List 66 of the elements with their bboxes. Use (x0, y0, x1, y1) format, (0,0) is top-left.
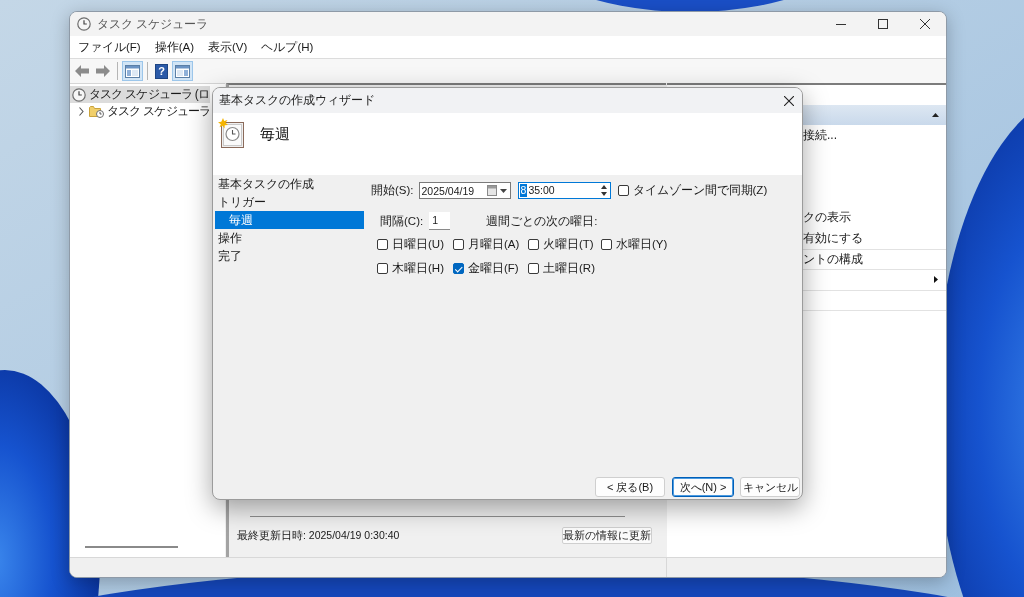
checkbox[interactable] (453, 263, 464, 274)
clock-icon (77, 17, 91, 31)
back-button[interactable]: < 戻る(B) (595, 477, 665, 497)
tree-item[interactable]: タスク スケジューラ (ロ (70, 86, 211, 103)
menu-item[interactable]: 操作(A) (147, 37, 202, 57)
step-item: 基本タスクの作成 (217, 177, 315, 192)
last-updated-text: 最終更新日時: 2025/04/19 0:30:40 (237, 528, 400, 543)
checkbox-label: タイムゾーン間で同期(Z) (632, 183, 768, 198)
weekdays-label: 週間ごとの次の曜日: (486, 213, 598, 229)
caret-icon (499, 188, 507, 193)
checkbox-label: 木曜日(H) (392, 261, 444, 276)
time-segment[interactable]: 8 (519, 184, 528, 197)
time-segment[interactable]: 35:00 (527, 184, 556, 197)
scrollbar-thumb[interactable] (85, 546, 178, 548)
toolbar-button[interactable] (122, 61, 143, 81)
step-item: 完了 (217, 249, 243, 264)
cancel-button[interactable]: キャンセル (740, 477, 800, 497)
calendar-icon (486, 185, 497, 196)
checkbox[interactable] (617, 185, 629, 196)
spinner-icon[interactable] (600, 185, 607, 196)
next-button[interactable]: 次へ(N) > (672, 477, 734, 497)
window-title: タスク スケジューラ (97, 15, 209, 33)
checkbox-label: 土曜日(R) (543, 261, 595, 276)
left-arrow-icon (75, 65, 89, 77)
checkbox[interactable] (528, 263, 539, 274)
checkbox-label: 日曜日(U) (392, 237, 444, 252)
menu-item[interactable]: ファイル(F) (71, 37, 148, 57)
right-arrow-icon (96, 65, 110, 77)
panel-left-icon (125, 64, 140, 78)
close-icon (920, 19, 930, 29)
start-label: 開始(S): (371, 183, 414, 198)
step-heading: 毎週 (260, 125, 290, 142)
action-link[interactable]: 接続... (803, 126, 837, 144)
submenu-arrow-icon[interactable] (934, 276, 938, 284)
help-button[interactable]: ? (155, 63, 168, 79)
checkbox[interactable] (528, 239, 539, 250)
checkbox-label: 水曜日(Y) (616, 237, 668, 252)
interval-label: 間隔(C): (380, 213, 424, 229)
checkbox-label: 火曜日(T) (543, 237, 594, 252)
interval-field[interactable]: 1 (429, 212, 451, 230)
checkbox[interactable] (377, 239, 388, 250)
action-link[interactable]: 有効にする (803, 229, 863, 247)
step-item: 毎週 (215, 211, 364, 229)
step-item: トリガー (217, 195, 267, 210)
refresh-button[interactable]: 最新の情報に更新 (562, 527, 652, 544)
chevron-icon[interactable] (78, 107, 84, 116)
clock-icon (218, 118, 245, 148)
dialog-title: 基本タスクの作成ウィザード (219, 93, 375, 108)
menu-item[interactable]: ヘルプ(H) (254, 37, 321, 57)
tree-item[interactable]: タスク スケジューラ (70, 103, 212, 120)
time-picker[interactable]: 8 35:00 (517, 182, 611, 199)
checkbox[interactable] (453, 239, 464, 250)
maximize-icon (878, 19, 888, 29)
step-item: 操作 (217, 231, 243, 246)
date-picker[interactable]: 2025/04/19 (418, 182, 511, 199)
toolbar-button[interactable] (172, 61, 193, 81)
checkbox-label: 月曜日(A) (468, 237, 520, 252)
checkbox[interactable] (377, 263, 388, 274)
menu-item[interactable]: 表示(V) (201, 37, 255, 57)
panel-right-icon (175, 64, 190, 78)
action-link[interactable]: ントの構成 (803, 250, 863, 268)
checkbox[interactable] (601, 239, 612, 250)
folder-icon (89, 105, 104, 118)
action-link[interactable]: クの表示 (803, 209, 851, 227)
close-icon (784, 95, 794, 106)
checkbox-label: 金曜日(F) (468, 261, 519, 276)
